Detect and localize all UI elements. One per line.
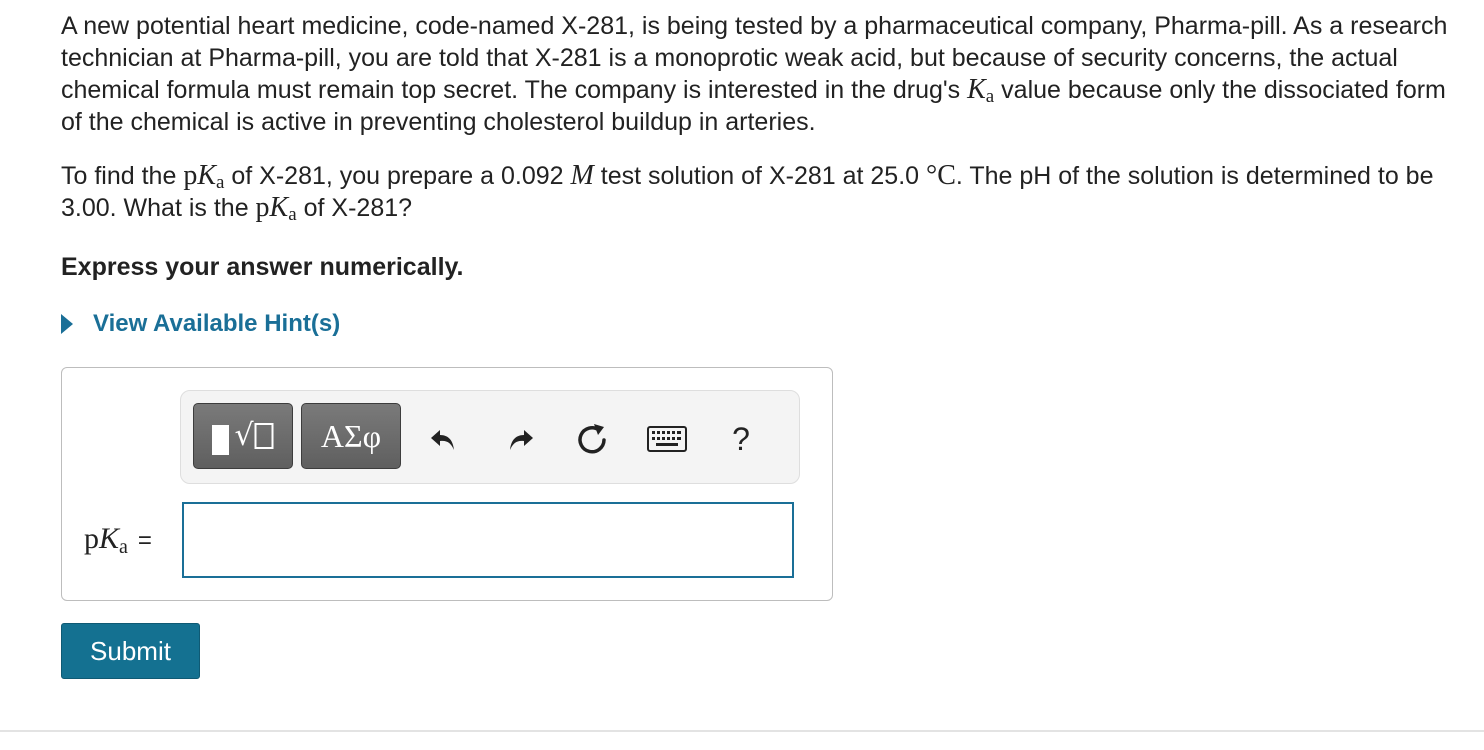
answer-input[interactable] [182, 502, 794, 578]
question-paragraph-1: A new potential heart medicine, code-nam… [61, 10, 1461, 138]
redo-icon[interactable] [503, 421, 539, 457]
templates-button[interactable]: √ [193, 403, 293, 469]
pka-variable-label: pKa = [84, 522, 152, 558]
degree-unit: °C [926, 160, 956, 191]
question-text: A new potential heart medicine, code-nam… [61, 10, 1461, 224]
ka-symbol: Ka [967, 74, 995, 107]
keyboard-icon[interactable] [647, 421, 687, 457]
answer-instruction: Express your answer numerically. [61, 253, 464, 281]
molar-unit: M [570, 160, 594, 191]
caret-right-icon [61, 314, 73, 334]
pka-symbol: pKa [255, 192, 297, 225]
undo-icon[interactable] [425, 421, 461, 457]
question-text-segment: test solution of X-281 at 25.0 [593, 162, 926, 190]
question-text-segment: of X-281? [296, 194, 413, 222]
empty-box-icon [254, 423, 274, 449]
reset-icon[interactable] [574, 421, 610, 457]
sqrt-icon: √ [234, 418, 254, 453]
question-text-segment: of X-281, you prepare a 0.092 [224, 162, 571, 190]
question-text-segment: To find the [61, 162, 184, 190]
templates-icon [212, 425, 230, 455]
view-hints-link[interactable]: View Available Hint(s) [93, 310, 340, 338]
greek-letters-button[interactable]: ΑΣφ [301, 403, 401, 469]
view-hints-toggle[interactable]: View Available Hint(s) [61, 310, 340, 338]
math-toolbar: √ ΑΣφ ? [180, 390, 800, 484]
help-icon[interactable]: ? [723, 421, 759, 457]
question-paragraph-2: To find the pKa of X-281, you prepare a … [61, 160, 1461, 224]
answer-panel: √ ΑΣφ ? pKa = [61, 367, 833, 601]
submit-button[interactable]: Submit [61, 623, 200, 679]
divider [0, 730, 1484, 732]
pka-symbol: pKa [183, 160, 225, 193]
